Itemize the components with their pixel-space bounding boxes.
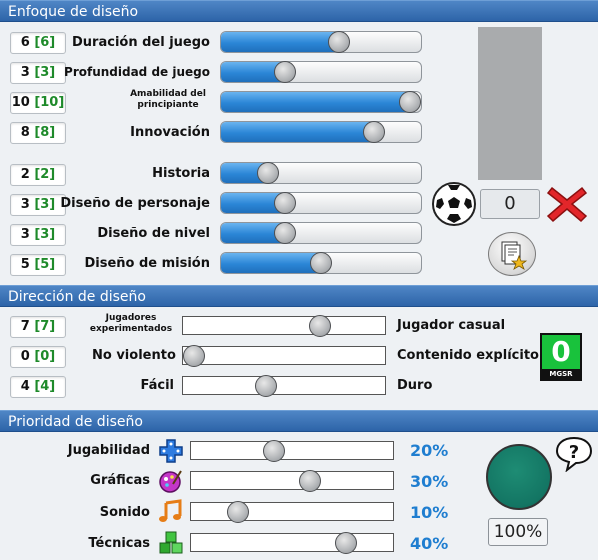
focus-slider[interactable]	[220, 222, 422, 244]
focus-label: Diseño de misión	[84, 256, 210, 271]
slider-knob[interactable]	[274, 192, 297, 214]
slider-knob[interactable]	[309, 315, 331, 337]
priority-label: Jugabilidad	[67, 443, 150, 458]
focus-slider[interactable]	[220, 61, 422, 83]
focus-value-box: 3 [3]	[10, 224, 66, 246]
direction-slider[interactable]	[182, 315, 386, 337]
focus-label: Profundidad de juego	[64, 65, 210, 79]
priority-slider[interactable]	[190, 501, 394, 523]
gamepad-icon	[158, 438, 184, 468]
priority-percent: 40%	[410, 534, 449, 553]
slider-knob[interactable]	[299, 470, 321, 492]
slider-knob[interactable]	[255, 375, 277, 397]
focus-value-box: 6 [6]	[10, 32, 66, 54]
focus-value-box: 3 [3]	[10, 194, 66, 216]
document-star-icon	[501, 241, 528, 270]
focus-value-box: 8 [8]	[10, 122, 66, 144]
priority-slider[interactable]	[190, 440, 394, 462]
slider-knob[interactable]	[310, 252, 332, 274]
focus-slider[interactable]	[220, 121, 422, 143]
focus-label: Innovación	[130, 125, 210, 140]
direction-value-box: 0 [0]	[10, 346, 66, 368]
slider-knob[interactable]	[274, 61, 297, 83]
soccer-ball-icon[interactable]	[432, 182, 476, 226]
music-note-icon	[158, 499, 184, 529]
slider-knob[interactable]	[399, 91, 421, 113]
report-button[interactable]	[488, 232, 536, 276]
focus-value-box: 2 [2]	[10, 164, 66, 186]
slider-knob[interactable]	[263, 440, 285, 462]
slider-knob[interactable]	[274, 222, 297, 244]
focus-slider[interactable]	[220, 91, 422, 113]
direction-right-label: Duro	[397, 378, 433, 393]
priority-slider[interactable]	[190, 470, 394, 492]
priority-label: Sonido	[99, 505, 150, 520]
priority-total-circle	[486, 444, 552, 510]
focus-label: Diseño de nivel	[97, 226, 210, 241]
focus-label: Duración del juego	[72, 35, 210, 50]
rating-label: MGSR	[549, 370, 573, 378]
focus-value-box: 5 [5]	[10, 254, 66, 276]
direction-left-label: Fácil	[140, 378, 174, 393]
slider-knob[interactable]	[256, 162, 279, 184]
close-icon[interactable]	[546, 184, 588, 228]
priority-label: Gráficas	[90, 473, 150, 488]
priority-total: 100%	[488, 518, 548, 546]
svg-text:?: ?	[569, 442, 579, 463]
direction-value-box: 7 [7]	[10, 316, 66, 338]
focus-label: Diseño de personaje	[60, 196, 210, 211]
direction-value-box: 4 [4]	[10, 376, 66, 398]
direction-left-label: Jugadores experimentados	[89, 313, 173, 334]
preview-area	[478, 27, 542, 180]
focus-slider[interactable]	[220, 252, 422, 274]
focus-counter: 0	[480, 189, 540, 219]
direction-left-label: No violento	[92, 348, 176, 363]
focus-value-box: 3 [3]	[10, 62, 66, 84]
cubes-icon	[157, 530, 185, 560]
help-icon[interactable]: ?	[555, 436, 593, 476]
slider-knob[interactable]	[327, 31, 350, 53]
design-priority-header: Prioridad de diseño	[0, 410, 598, 432]
palette-icon	[157, 468, 183, 498]
slider-knob[interactable]	[363, 121, 386, 143]
direction-slider[interactable]	[182, 345, 386, 367]
focus-label: Historia	[152, 166, 210, 181]
direction-right-label: Jugador casual	[397, 318, 506, 333]
focus-slider[interactable]	[220, 31, 422, 53]
focus-slider[interactable]	[220, 162, 422, 184]
priority-percent: 10%	[410, 503, 449, 522]
slider-knob[interactable]	[335, 532, 357, 554]
priority-label: Técnicas	[88, 536, 150, 551]
design-direction-header: Dirección de diseño	[0, 285, 598, 307]
slider-knob[interactable]	[183, 345, 205, 367]
design-focus-header: Enfoque de diseño	[0, 0, 598, 22]
priority-percent: 30%	[410, 472, 449, 491]
direction-right-label: Contenido explícito	[397, 348, 539, 363]
priority-slider[interactable]	[190, 532, 394, 554]
focus-value-box: 10 [10]	[10, 92, 66, 114]
age-rating-badge: 0 MGSR	[540, 333, 582, 381]
priority-percent: 20%	[410, 441, 449, 460]
direction-slider[interactable]	[182, 375, 386, 397]
focus-slider[interactable]	[220, 192, 422, 214]
slider-knob[interactable]	[227, 501, 249, 523]
focus-label: Amabilidad del principiante	[130, 89, 206, 110]
rating-value: 0	[542, 335, 580, 369]
